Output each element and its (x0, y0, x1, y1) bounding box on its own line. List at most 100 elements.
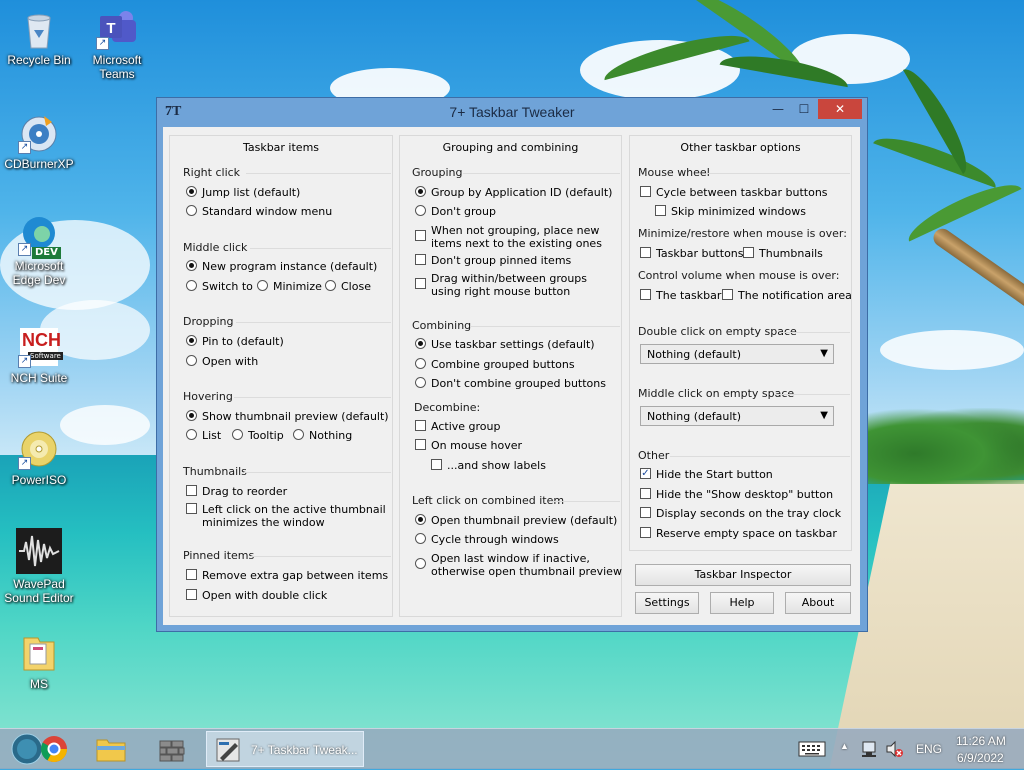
radio-icon (415, 377, 426, 388)
checkmark-icon: ✓ (640, 468, 651, 479)
volume-muted-icon[interactable] (884, 731, 904, 767)
radio-icon (186, 410, 197, 421)
panel-taskbar-items: Taskbar items Right click Jump list (def… (169, 135, 393, 617)
radio-icon (415, 338, 426, 349)
panel-header: Grouping and combining (442, 141, 579, 154)
clock-time[interactable]: 11:26 AM (956, 734, 1006, 748)
desktop-icon-teams[interactable]: T ↗ Microsoft Teams (78, 8, 156, 81)
group-title-combining: Combining (412, 319, 472, 332)
group-title-dropping: Dropping (183, 315, 234, 328)
group-title-left-click-combined: Left click on combined item (412, 494, 565, 507)
shortcut-arrow-icon: ↗ (18, 141, 31, 154)
checkbox-icon (186, 589, 197, 600)
close-button[interactable]: ✕ (818, 99, 862, 119)
wavepad-icon (16, 528, 62, 574)
radio-icon (186, 429, 197, 440)
desktop-icon-label: WavePad Sound Editor (4, 577, 74, 605)
wall-app-icon[interactable] (156, 731, 188, 767)
tray-overflow-icon[interactable]: ▲ (840, 741, 849, 751)
desktop-icon-ms-folder[interactable]: MS (0, 632, 78, 691)
checkbox-icon (722, 289, 733, 300)
checkbox-icon (415, 420, 426, 431)
radio-icon (415, 358, 426, 369)
maximize-button[interactable]: ☐ (791, 99, 817, 119)
language-indicator[interactable]: ENG (916, 742, 942, 756)
title-bar[interactable]: 7T 7+ Taskbar Tweaker — ☐ ✕ (157, 98, 867, 126)
nch-icon: NCH Software ↗ (18, 326, 63, 368)
group-title-hovering: Hovering (183, 390, 233, 403)
radio-icon (186, 186, 197, 197)
shortcut-arrow-icon: ↗ (18, 457, 31, 470)
minimize-button[interactable]: — (765, 99, 791, 119)
group-title-double-click-empty: Double click on empty space (638, 325, 797, 338)
radio-icon (415, 558, 426, 569)
group-title-minimize-restore: Minimize/restore when mouse is over: (638, 227, 847, 240)
middle-click-empty-select[interactable]: Nothing (default) ▼ (640, 406, 834, 426)
help-button[interactable]: Help (710, 592, 774, 614)
radio-icon (415, 186, 426, 197)
desktop-icon-wavepad[interactable]: WavePad Sound Editor (0, 528, 78, 605)
about-button[interactable]: About (785, 592, 851, 614)
group-title-middle-click: Middle click (183, 241, 248, 254)
radio-icon (293, 429, 304, 440)
taskbar-button-7tt[interactable]: 7+ Taskbar Tweak... (206, 731, 364, 767)
checkbox-icon (415, 278, 426, 289)
checkbox-icon (431, 459, 442, 470)
recycle-bin-icon (18, 8, 60, 50)
cdburnerxp-icon: ↗ (18, 112, 60, 154)
group-title-thumbnails: Thumbnails (183, 465, 247, 478)
desktop-icon-recycle-bin[interactable]: Recycle Bin (0, 8, 78, 67)
radio-icon (186, 335, 197, 346)
radio-icon (186, 280, 197, 291)
folder-icon (18, 632, 60, 674)
radio-icon (415, 533, 426, 544)
desktop-icon-edge-dev[interactable]: DEV ↗ Microsoft Edge Dev (0, 214, 78, 287)
group-title-mouse-wheel: Mouse wheel (638, 166, 710, 179)
desktop-icon-label: PowerISO (11, 473, 67, 487)
radio-icon (325, 280, 336, 291)
group-title-control-volume: Control volume when mouse is over: (638, 269, 840, 282)
panel-other-options: Other taskbar options Mouse wheel Cycle … (629, 135, 852, 551)
radio-icon (232, 429, 243, 440)
radio-icon (415, 205, 426, 216)
checkbox-icon (415, 230, 426, 241)
double-click-empty-select[interactable]: Nothing (default) ▼ (640, 344, 834, 364)
keyboard-icon[interactable] (797, 731, 827, 767)
file-explorer-icon[interactable] (94, 731, 128, 767)
group-title-grouping: Grouping (412, 166, 463, 179)
shortcut-arrow-icon: ↗ (18, 355, 31, 368)
svg-text:T: T (106, 20, 115, 37)
poweriso-icon: ↗ (18, 428, 60, 470)
desktop-icon-nch-suite[interactable]: NCH Software ↗ NCH Suite (0, 326, 78, 385)
checkbox-icon (655, 205, 666, 216)
desktop-icon-cdburnerxp[interactable]: ↗ CDBurnerXP (0, 112, 78, 171)
checkbox-icon (415, 254, 426, 265)
checkbox-icon (640, 247, 651, 258)
checkbox-icon (640, 488, 651, 499)
desktop-icon-label: NCH Suite (10, 371, 68, 385)
radio-icon (257, 280, 268, 291)
desktop-icon-label: Recycle Bin (7, 53, 71, 67)
radio-icon (186, 260, 197, 271)
window-client-area: Taskbar items Right click Jump list (def… (163, 127, 860, 625)
checkbox-icon (415, 439, 426, 450)
taskbar-inspector-button[interactable]: Taskbar Inspector (635, 564, 851, 586)
desktop-icon-label: Microsoft Edge Dev (12, 259, 66, 287)
network-icon[interactable] (860, 731, 880, 767)
checkbox-icon (743, 247, 754, 258)
desktop-icon-poweriso[interactable]: ↗ PowerISO (0, 428, 78, 487)
radio-icon (415, 514, 426, 525)
clock-date[interactable]: 6/9/2022 (957, 751, 1004, 765)
radio-icon (186, 355, 197, 366)
group-title-other: Other (638, 449, 670, 462)
edge-dev-icon: DEV ↗ (18, 214, 61, 259)
shortcut-arrow-icon: ↗ (18, 243, 31, 256)
settings-button[interactable]: Settings (635, 592, 699, 614)
taskbar-tweaker-window: 7T 7+ Taskbar Tweaker — ☐ ✕ Taskbar item… (156, 97, 868, 632)
cloud (880, 330, 1024, 370)
group-title-right-click: Right click (183, 166, 241, 179)
checkbox-icon (186, 569, 197, 580)
checkbox-icon (640, 507, 651, 518)
chrome-icon[interactable] (38, 731, 70, 767)
chevron-down-icon: ▼ (820, 410, 828, 421)
